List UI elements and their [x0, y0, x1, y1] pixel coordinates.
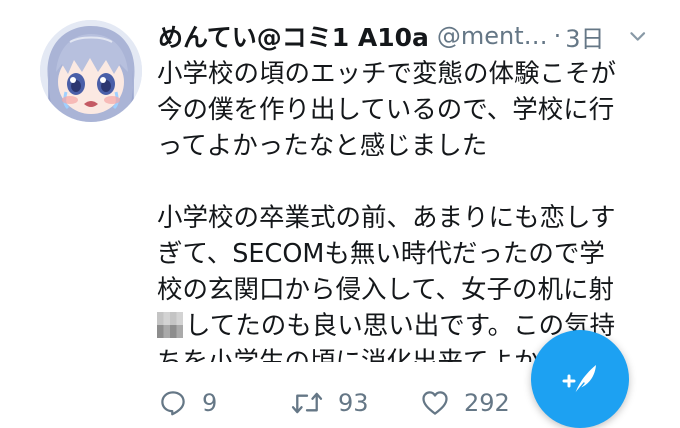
tweet-text: 小学校の頃のエッチで変態の体験こそが 今の僕を作り出しているので、学校に行 って…: [157, 56, 657, 362]
tweet-line: 校の玄関口から侵入して、女子の机に射: [157, 275, 614, 305]
retweet-icon: [291, 392, 323, 414]
avatar[interactable]: [40, 20, 142, 122]
timestamp[interactable]: 3日: [565, 19, 604, 54]
tweet-line: 小学校の卒業式の前、あまりにも恋しす: [157, 203, 616, 233]
like-button[interactable]: 292: [420, 388, 550, 418]
tweet-line: ぎて、SECOMも無い時代だったので学: [157, 239, 605, 269]
separator-dot: ·: [553, 22, 562, 50]
tweet-line: 小学校の頃のエッチで変態の体験こそが: [157, 59, 617, 89]
reply-button[interactable]: 9: [158, 388, 290, 418]
retweet-count: 93: [338, 389, 369, 417]
mosaic-censor: [157, 312, 183, 338]
reply-count: 9: [202, 389, 218, 417]
retweet-button[interactable]: 93: [290, 388, 420, 418]
tweet-line: 今の僕を作り出しているので、学校に行: [157, 95, 615, 125]
chevron-down-icon[interactable]: [627, 23, 648, 49]
user-handle[interactable]: @ment…: [437, 22, 548, 50]
compose-icon: [562, 365, 596, 395]
tweet[interactable]: めんてい@コミ1 A10a @ment… · 3日 小学校の頃のエッチで変態の体…: [0, 0, 680, 428]
tweet-header: めんてい@コミ1 A10a @ment… · 3日: [158, 16, 648, 56]
avatar-illustration: [40, 20, 142, 122]
like-count: 292: [464, 389, 510, 417]
compose-tweet-button[interactable]: [531, 330, 629, 428]
tweet-actions: 9 93 292: [158, 383, 550, 423]
tweet-line: ってよかったなと感じました: [157, 131, 488, 161]
heart-icon: [422, 391, 448, 415]
reply-icon: [161, 391, 185, 416]
tweet-line-text: してたのも良い思い出です。この気持: [185, 311, 616, 341]
display-name[interactable]: めんてい@コミ1 A10a: [158, 18, 429, 54]
